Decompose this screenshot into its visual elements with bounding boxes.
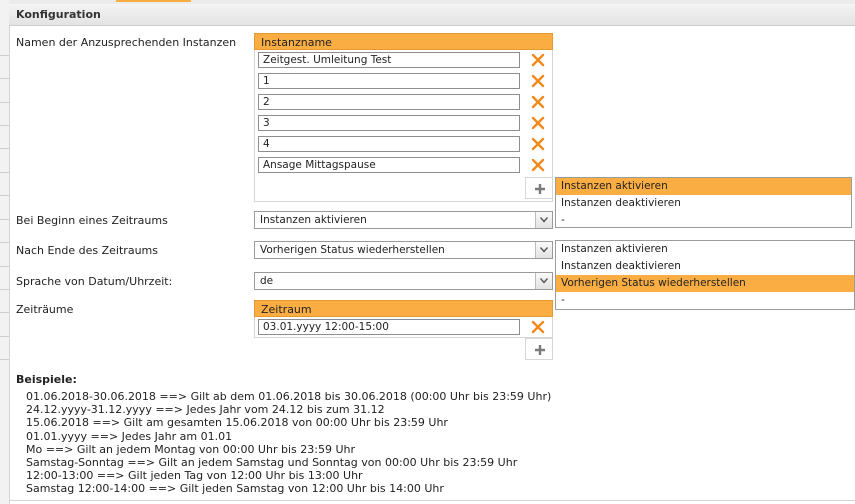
example-line: Samstag-Sonntag ==> Gilt an jedem Samsta…	[26, 456, 518, 470]
delete-instance-button[interactable]	[529, 156, 547, 174]
period-input[interactable]: 03.01.yyyy 12:00-15:00	[258, 319, 520, 335]
end-option[interactable]: Vorherigen Status wiederherstellen	[556, 275, 854, 292]
plus-icon	[535, 184, 545, 194]
language-select-toggle[interactable]	[535, 273, 552, 289]
example-line: 01.01.yyyy ==> Jedes Jahr am 01.01	[26, 429, 233, 443]
examples-list: 01.06.2018-30.06.2018 ==> Gilt ab dem 01…	[26, 390, 551, 496]
start-select-value: Instanzen aktivieren	[260, 214, 367, 226]
instances-label: Namen der Anzusprechenden Instanzen	[16, 36, 237, 49]
end-option[interactable]: Instanzen deaktivieren	[556, 258, 854, 275]
instance-input[interactable]: 3	[258, 115, 520, 131]
instance-input[interactable]: Ansage Mittagspause	[258, 157, 520, 173]
add-instance-button[interactable]	[525, 177, 553, 199]
delete-instance-button[interactable]	[529, 135, 547, 153]
delete-period-button[interactable]	[529, 318, 547, 336]
chevron-down-icon	[540, 217, 548, 223]
start-option[interactable]: Instanzen deaktivieren	[556, 195, 851, 212]
end-option[interactable]: Instanzen aktivieren	[556, 241, 854, 258]
end-action-select[interactable]: Vorherigen Status wiederherstellen	[254, 241, 553, 259]
plus-icon	[535, 345, 545, 355]
instances-column-header: Instanzname	[254, 33, 553, 50]
periods-column-header: Zeitraum	[254, 300, 553, 317]
start-option[interactable]: -	[556, 212, 851, 229]
end-select-toggle[interactable]	[535, 242, 552, 258]
close-icon	[531, 320, 545, 334]
left-gutter	[0, 0, 10, 504]
end-action-dropdown: Instanzen aktivieren Instanzen deaktivie…	[555, 240, 855, 310]
instance-input[interactable]: 4	[258, 136, 520, 152]
end-select-value: Vorherigen Status wiederherstellen	[260, 244, 445, 256]
delete-instance-button[interactable]	[529, 93, 547, 111]
bottom-divider	[9, 500, 855, 501]
panel-header: Konfiguration	[9, 4, 855, 26]
delete-instance-button[interactable]	[529, 114, 547, 132]
language-label: Sprache von Datum/Uhrzeit:	[16, 275, 173, 288]
close-icon	[531, 137, 545, 151]
start-action-dropdown: Instanzen aktivieren Instanzen deaktivie…	[555, 177, 852, 228]
start-action-select[interactable]: Instanzen aktivieren	[254, 211, 553, 229]
periods-label: Zeiträume	[16, 303, 74, 316]
start-option[interactable]: Instanzen aktivieren	[556, 178, 851, 195]
delete-instance-button[interactable]	[529, 51, 547, 69]
close-icon	[531, 95, 545, 109]
example-line: 12:00-13:00 ==> Gilt jeden Tag von 12:00…	[26, 469, 363, 483]
instance-input[interactable]: 2	[258, 94, 520, 110]
instance-input[interactable]: Zeitgest. Umleitung Test	[258, 52, 520, 68]
close-icon	[531, 158, 545, 172]
start-select-toggle[interactable]	[535, 212, 552, 228]
chevron-down-icon	[540, 247, 548, 253]
language-select-value: de	[260, 275, 274, 287]
end-label: Nach Ende des Zeitraums	[16, 244, 158, 257]
example-line: 15.06.2018 ==> Gilt am gesamten 15.06.20…	[26, 416, 448, 430]
example-line: 24.12.yyyy-31.12.yyyy ==> Jedes Jahr vom…	[26, 403, 385, 417]
language-select[interactable]: de	[254, 272, 553, 290]
add-period-button[interactable]	[525, 338, 553, 360]
close-icon	[531, 116, 545, 130]
close-icon	[531, 53, 545, 67]
delete-instance-button[interactable]	[529, 72, 547, 90]
example-line: Mo ==> Gilt an jedem Montag von 00:00 Uh…	[26, 442, 355, 456]
examples-title: Beispiele:	[16, 373, 77, 386]
example-line: Samstag 12:00-14:00 ==> Gilt jeden Samst…	[26, 482, 444, 496]
panel-title: Konfiguration	[16, 8, 101, 21]
close-icon	[531, 74, 545, 88]
chevron-down-icon	[540, 278, 548, 284]
end-option[interactable]: -	[556, 292, 854, 309]
example-line: 01.06.2018-30.06.2018 ==> Gilt ab dem 01…	[26, 390, 552, 403]
start-label: Bei Beginn eines Zeitraums	[16, 214, 168, 227]
instance-input[interactable]: 1	[258, 73, 520, 89]
